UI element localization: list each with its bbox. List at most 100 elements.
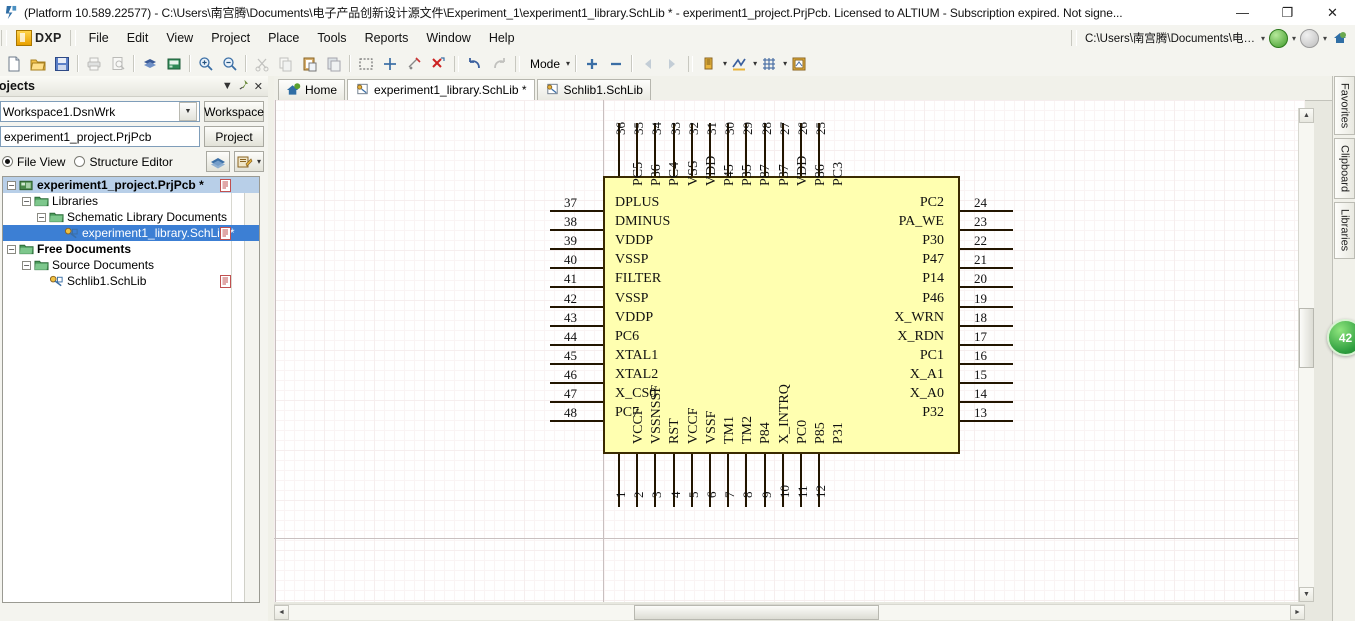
tree-item-4[interactable]: − Free Documents — [3, 241, 259, 257]
workspace-dropdown[interactable]: Workspace1.DsnWrk ▼ — [0, 101, 200, 122]
address-dropdown-caret[interactable]: ▾ — [1259, 34, 1267, 43]
schematic-canvas[interactable]: 37 DPLUS 38 DMINUS 39 VDDP 40 VSSP 41 FILTER 42 VSS… — [274, 100, 1305, 602]
menu-window[interactable]: Window — [417, 27, 479, 49]
clear-select-icon[interactable] — [402, 52, 426, 76]
menu-file[interactable]: File — [80, 27, 118, 49]
pin-label-P86-26: P86 — [813, 164, 828, 186]
open-folder-icon[interactable] — [26, 52, 50, 76]
home-icon[interactable] — [1331, 29, 1349, 47]
project-tree[interactable]: − experiment1_project.PrjPcb * − Libraries −… — [2, 176, 260, 603]
dock-tab-libraries[interactable]: Libraries — [1334, 202, 1355, 259]
tree-expander-icon[interactable]: − — [7, 180, 16, 190]
panel-options-button[interactable]: ▾ — [233, 151, 264, 172]
printer-icon[interactable] — [82, 52, 106, 76]
dock-tab-favorites-label: Favorites — [1338, 83, 1351, 129]
back-history-caret[interactable]: ▾ — [1290, 34, 1298, 43]
pin-number-16: 16 — [974, 347, 987, 363]
menu-project[interactable]: Project — [202, 27, 259, 49]
dxp-menu-button[interactable]: DXP — [11, 25, 69, 51]
grid-icon[interactable] — [757, 52, 781, 76]
new-doc-icon[interactable] — [2, 52, 26, 76]
print-preview-icon[interactable] — [106, 52, 130, 76]
library-icon[interactable] — [162, 52, 186, 76]
tab-home[interactable]: Home — [278, 79, 346, 100]
forward-history-caret[interactable]: ▾ — [1321, 34, 1329, 43]
forward-arrow-icon[interactable] — [1299, 28, 1319, 48]
minus-icon[interactable] — [604, 52, 628, 76]
project-field[interactable]: experiment1_project.PrjPcb — [0, 126, 200, 147]
dock-tab-clipboard[interactable]: Clipboard — [1334, 138, 1355, 200]
dock-tab-favorites[interactable]: Favorites — [1334, 76, 1355, 136]
tree-item-1[interactable]: − Libraries — [3, 193, 259, 209]
menu-edit[interactable]: Edit — [118, 27, 158, 49]
tree-expander-icon[interactable]: − — [22, 196, 31, 206]
tree-item-6[interactable]: Schlib1.SchLib — [3, 273, 259, 289]
menu-place[interactable]: Place — [259, 27, 308, 49]
zoom-in-icon[interactable] — [194, 52, 218, 76]
move-cross-icon[interactable] — [378, 52, 402, 76]
address-field[interactable]: C:\Users\南宫腾\Documents\电… — [1083, 29, 1257, 47]
tree-item-2[interactable]: − Schematic Library Documents — [3, 209, 259, 225]
menu-reports[interactable]: Reports — [356, 27, 418, 49]
menu-help[interactable]: Help — [480, 27, 524, 49]
scroll-up-button[interactable]: ▲ — [1299, 108, 1314, 123]
scroll-down-button[interactable]: ▼ — [1299, 587, 1314, 602]
tree-item-0[interactable]: − experiment1_project.PrjPcb * — [3, 177, 259, 193]
paste-icon[interactable] — [298, 52, 322, 76]
redo-arrow-icon[interactable] — [487, 52, 511, 76]
workspace-button[interactable]: Workspace — [204, 101, 264, 122]
draw-tool-icon[interactable] — [727, 52, 751, 76]
mode-dropdown[interactable]: Mode ▾ — [524, 57, 572, 71]
tree-expander-icon[interactable]: − — [7, 244, 16, 254]
dock-tab-clipboard-label: Clipboard — [1338, 145, 1351, 193]
pin-number-40: 40 — [564, 252, 577, 268]
structure-editor-radio[interactable]: Structure Editor — [74, 155, 173, 169]
sheet-icon[interactable] — [787, 52, 811, 76]
zoom-out-icon[interactable] — [218, 52, 242, 76]
vertical-scroll-thumb[interactable] — [1299, 308, 1314, 368]
status-badge[interactable]: 42 — [1327, 319, 1355, 356]
close-icon[interactable]: ✕ — [254, 80, 263, 93]
project-button[interactable]: Project — [204, 126, 264, 147]
dxp-logo-icon — [16, 30, 32, 46]
horizontal-scroll-thumb[interactable] — [634, 605, 879, 620]
pin-line-bottom-11 — [800, 454, 802, 507]
close-button[interactable]: ✕ — [1310, 0, 1355, 25]
menu-view[interactable]: View — [157, 27, 202, 49]
pin-line-bottom-7 — [727, 454, 730, 507]
vertical-scrollbar[interactable]: ▲ ▼ — [1298, 108, 1314, 602]
pin-tool-icon[interactable] — [697, 52, 721, 76]
tab-schlib1[interactable]: Schlib1.SchLib — [536, 79, 651, 100]
menu-tools[interactable]: Tools — [308, 27, 355, 49]
deselect-x-icon[interactable] — [426, 52, 450, 76]
layers-icon[interactable] — [205, 151, 230, 172]
project-icon[interactable] — [138, 52, 162, 76]
workspace-caret-icon[interactable]: ▼ — [179, 102, 197, 121]
save-disk-icon[interactable] — [50, 52, 74, 76]
chevron-down-icon[interactable]: ▼ — [222, 80, 233, 92]
prev-arrow-icon[interactable] — [636, 52, 660, 76]
pin-number-37: 37 — [564, 195, 577, 210]
next-arrow-icon[interactable] — [660, 52, 684, 76]
plus-icon[interactable] — [580, 52, 604, 76]
copy-icon[interactable] — [274, 52, 298, 76]
scroll-right-button[interactable]: ► — [1290, 605, 1305, 620]
scroll-left-button[interactable]: ◄ — [274, 605, 289, 620]
undo-arrow-icon[interactable] — [463, 52, 487, 76]
minimize-button[interactable]: — — [1220, 0, 1265, 25]
pin-icon[interactable] — [238, 79, 249, 93]
component-symbol[interactable]: 37 DPLUS 38 DMINUS 39 VDDP 40 VSSP 41 FILTER 42 VSS… — [274, 100, 1305, 602]
paste-special-icon[interactable] — [322, 52, 346, 76]
back-arrow-icon[interactable] — [1268, 28, 1288, 48]
horizontal-scrollbar[interactable]: ◄ ► — [274, 604, 1305, 620]
tree-expander-icon[interactable]: − — [37, 212, 46, 222]
tab-experiment1-library[interactable]: experiment1_library.SchLib * — [347, 79, 535, 100]
tree-item-3[interactable]: experiment1_library.SchLib * — [3, 225, 259, 241]
marquee-select-icon[interactable] — [354, 52, 378, 76]
scissors-icon[interactable] — [250, 52, 274, 76]
maximize-button[interactable]: ❐ — [1265, 0, 1310, 25]
file-view-radio[interactable]: File View — [2, 155, 65, 169]
main-toolbar: Mode ▾ ▾ ▾ ▾ — [0, 51, 1355, 77]
tree-item-5[interactable]: − Source Documents — [3, 257, 259, 273]
tree-expander-icon[interactable]: − — [22, 260, 31, 270]
